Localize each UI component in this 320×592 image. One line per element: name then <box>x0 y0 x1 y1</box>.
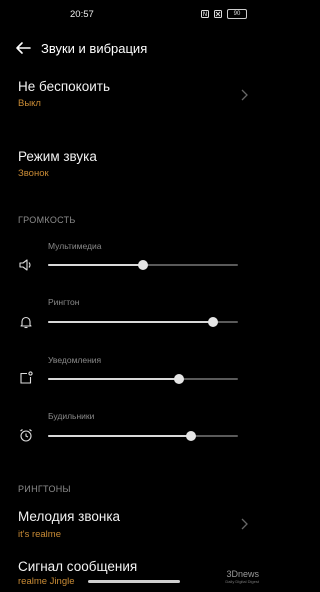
multimedia-volume-fill <box>48 264 143 266</box>
slider-label-alarms: Будильники <box>48 411 95 421</box>
sound-mode-row[interactable]: Режим звука Звонок <box>0 142 265 188</box>
notification-icon <box>20 371 33 384</box>
chevron-right-icon <box>241 89 248 101</box>
home-indicator[interactable] <box>88 580 180 583</box>
svg-text:N: N <box>203 11 208 18</box>
do-not-disturb-status: Выкл <box>18 98 41 109</box>
page-title: Звуки и вибрация <box>41 41 148 56</box>
notifications-volume-slider[interactable] <box>48 374 238 384</box>
message-tone-value: realme Jingle <box>18 576 75 587</box>
ringtone-volume-slider[interactable] <box>48 317 238 327</box>
alarms-volume-thumb[interactable] <box>185 431 196 441</box>
ringtone-title: Мелодия звонка <box>18 509 121 524</box>
arrow-left-icon <box>16 42 31 54</box>
sound-mode-value: Звонок <box>18 168 49 179</box>
ringtone-volume-fill <box>48 321 214 323</box>
multimedia-volume-thumb[interactable] <box>138 260 148 270</box>
chevron-right-icon <box>241 518 248 530</box>
volume-section-label: ГРОМКОСТЬ <box>18 215 76 225</box>
speaker-icon <box>19 259 31 271</box>
notifications-volume-thumb[interactable] <box>174 374 185 384</box>
slider-label-multimedia: Мультимедиа <box>48 241 102 251</box>
alarm-icon <box>20 429 32 442</box>
nfc-icon: N <box>201 10 209 18</box>
slider-label-ringtone: Рингтон <box>48 297 80 307</box>
ringtones-section-label: РИНГТОНЫ <box>18 484 71 494</box>
ringtone-row[interactable]: Мелодия звонка it's realme <box>0 503 265 547</box>
back-button[interactable] <box>14 40 32 56</box>
ringtone-volume-thumb[interactable] <box>208 317 219 327</box>
do-not-disturb-row[interactable]: Не беспокоить Выкл <box>0 72 265 122</box>
watermark-logo: 3Dnews Daily Digital Digest <box>225 570 259 585</box>
do-not-disturb-title: Не беспокоить <box>18 79 110 94</box>
status-icons: N 90 <box>201 9 247 19</box>
alarms-volume-fill <box>48 435 191 437</box>
mute-icon <box>214 10 222 18</box>
status-time: 20:57 <box>70 9 94 20</box>
ringtone-value: it's realme <box>18 529 61 540</box>
battery-indicator: 90 <box>227 9 247 19</box>
multimedia-volume-slider[interactable] <box>48 260 238 270</box>
bell-icon <box>20 316 32 329</box>
watermark-subtext: Daily Digital Digest <box>225 579 259 584</box>
notifications-volume-fill <box>48 378 180 380</box>
slider-label-notifications: Уведомления <box>48 355 102 365</box>
alarms-volume-slider[interactable] <box>48 431 238 441</box>
message-tone-title: Сигнал сообщения <box>18 559 138 574</box>
sound-mode-title: Режим звука <box>18 149 97 164</box>
